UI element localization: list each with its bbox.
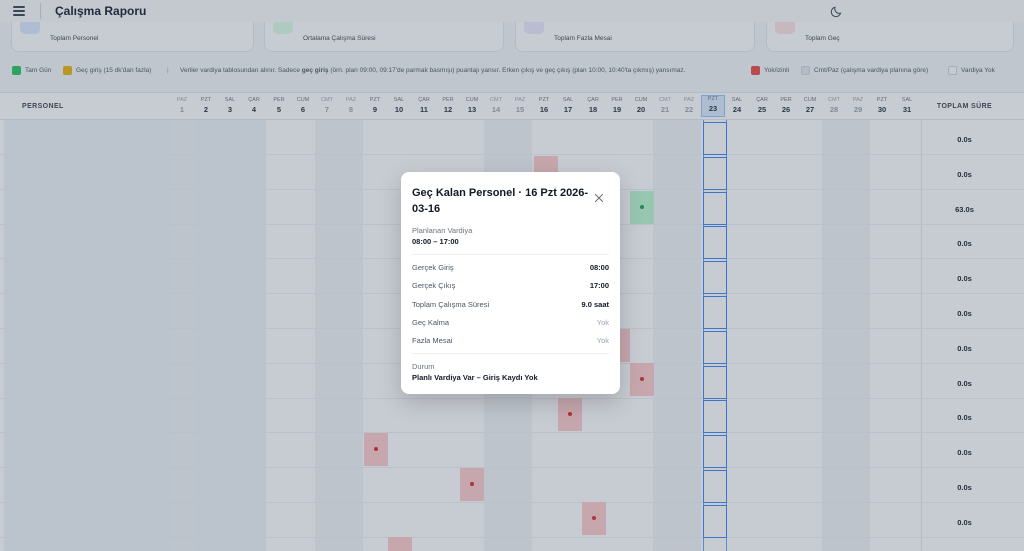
status-label: Durum	[412, 362, 435, 371]
detail-row: Geç Kalma Yok	[412, 318, 609, 328]
detail-label: Fazla Mesai	[412, 336, 453, 345]
detail-row: Fazla Mesai Yok	[412, 336, 609, 346]
planned-shift-value: 08:00 – 17:00	[412, 237, 459, 246]
late-staff-dialog: Geç Kalan Personel · 16 Pzt 2026-03-16 P…	[401, 172, 620, 394]
detail-label: Toplam Çalışma Süresi	[412, 300, 490, 309]
planned-shift-label: Planlanan Vardiya	[412, 226, 473, 235]
detail-value: Yok	[596, 336, 609, 345]
status-value: Planlı Vardiya Var – Giriş Kaydı Yok	[412, 373, 538, 382]
divider	[412, 353, 609, 354]
detail-value: Yok	[596, 318, 609, 327]
dialog-title: Geç Kalan Personel · 16 Pzt 2026-03-16	[412, 187, 589, 215]
detail-label: Gerçek Çıkış	[412, 281, 456, 290]
detail-value: 9.0 saat	[581, 300, 609, 309]
detail-value: 17:00	[589, 281, 609, 290]
detail-label: Gerçek Giriş	[412, 263, 454, 272]
detail-label: Geç Kalma	[412, 318, 450, 327]
detail-row: Gerçek Giriş 08:00	[412, 263, 609, 273]
detail-value: 08:00	[589, 263, 609, 272]
detail-row: Toplam Çalışma Süresi 9.0 saat	[412, 300, 609, 310]
detail-row: Gerçek Çıkış 17:00	[412, 281, 609, 291]
divider	[412, 254, 609, 255]
close-icon[interactable]	[594, 193, 604, 203]
